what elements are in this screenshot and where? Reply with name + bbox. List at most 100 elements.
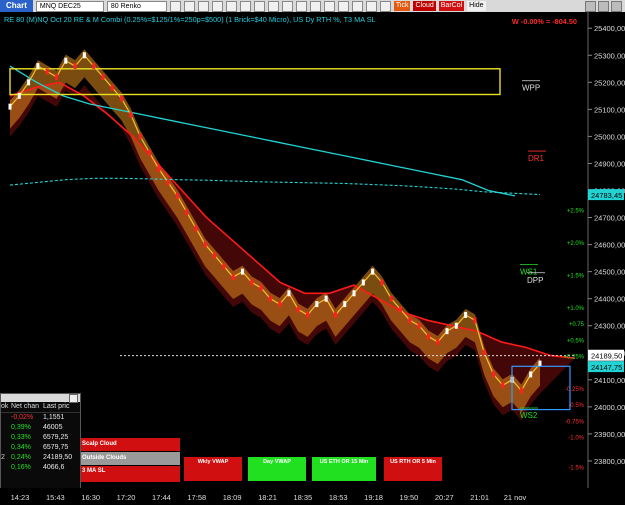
renko-brick	[166, 179, 170, 186]
cyan-ma-line	[9, 65, 516, 197]
toolbar-button-15[interactable]	[365, 0, 377, 12]
renko-brick	[194, 225, 198, 232]
renko-brick	[492, 371, 496, 378]
toolbar-button-6[interactable]	[239, 0, 251, 12]
quote-row[interactable]: 0,33% 6579,25	[1, 433, 80, 443]
toolbar-button-7[interactable]	[253, 0, 265, 12]
renko-brick	[538, 360, 542, 367]
net-change-cell: 0,24%	[11, 454, 31, 461]
renko-brick	[389, 295, 393, 302]
hide-toggle[interactable]: Hide	[467, 1, 486, 11]
x-tick-label: 19:18	[364, 493, 383, 502]
day-vwap-button[interactable]: Day VWAP	[248, 457, 306, 481]
symbol-selector[interactable]: MNQ DEC25	[35, 0, 104, 12]
renko-brick	[129, 111, 133, 118]
chart-tab[interactable]: Chart	[0, 0, 33, 12]
toolbar: Chart MNQ DEC25 80 Renko Tick Cloud BarC…	[0, 0, 625, 12]
quotes-header-row: ok Net chan Last pric	[1, 402, 80, 413]
scalp-cloud-button[interactable]: Scalp Cloud	[80, 438, 180, 451]
price-chart[interactable]: 25400,00 25300,00 25200,00 25100,00 25000,00…	[0, 12, 625, 488]
barcol-toggle[interactable]: BarCol	[438, 1, 465, 11]
toolbar-button-11[interactable]	[309, 0, 321, 12]
renko-brick	[240, 268, 244, 275]
close-icon[interactable]	[611, 0, 622, 12]
quote-row[interactable]: 0,39% 46005	[1, 423, 80, 433]
close-icon[interactable]	[69, 394, 78, 403]
renko-brick	[343, 301, 347, 308]
wkly-vwap-button[interactable]: Wkly VWAP	[184, 457, 242, 481]
toolbar-button-10[interactable]	[295, 0, 307, 12]
toolbar-button-12[interactable]	[323, 0, 335, 12]
x-tick-label: 18:53	[328, 493, 348, 502]
renko-brick	[73, 63, 77, 70]
us-rth-or-button[interactable]: US RTH OR 5 Min	[384, 457, 442, 481]
quote-cell: 2	[1, 454, 5, 461]
toolbar-button-9[interactable]	[281, 0, 293, 12]
pnl-readout: W -0.00% = -804.50	[511, 17, 577, 26]
x-tick-label: 18:09	[222, 493, 242, 502]
toolbar-button-8[interactable]	[267, 0, 279, 12]
x-tick-label: 19:50	[399, 493, 419, 502]
renko-brick	[529, 371, 533, 378]
quote-row[interactable]: 0,34% 6579,75	[1, 443, 80, 453]
toolbar-button-13[interactable]	[337, 0, 349, 12]
renko-brick	[408, 317, 412, 324]
pct-level-label: -0.25%	[565, 387, 585, 393]
y-tick-label: 24900,00	[594, 159, 625, 168]
last-price-cell: 4066,6	[43, 464, 65, 471]
renko-brick	[101, 73, 105, 80]
net-change-cell: 0,16%	[11, 464, 31, 471]
renko-brick	[231, 274, 235, 281]
pct-level-label: +1.5%	[567, 273, 585, 279]
toolbar-button-14[interactable]	[351, 0, 363, 12]
column-header[interactable]: Net chan	[11, 402, 43, 412]
pct-level-label: +2.0%	[567, 241, 585, 247]
toolbar-button-16[interactable]	[379, 0, 391, 12]
quote-cell	[1, 463, 11, 473]
outside-clouds-button[interactable]: Outside Clouds	[80, 452, 180, 465]
y-tick-label: 25300,00	[594, 51, 625, 60]
price-tag-label: 24147,75	[591, 363, 622, 372]
ma-sl-button[interactable]: 3 MA SL	[80, 466, 180, 482]
toolbar-button-4[interactable]	[211, 0, 223, 12]
renko-brick	[287, 290, 291, 297]
pct-level-label: +2.5%	[567, 208, 585, 214]
y-tick-label: 24100,00	[594, 376, 625, 385]
renko-brick	[464, 311, 468, 318]
price-tag-label: 24783,45	[591, 191, 622, 200]
column-header[interactable]: ok	[1, 402, 11, 412]
toolbar-button-5[interactable]	[225, 0, 237, 12]
cloud-toggle[interactable]: Cloud	[413, 1, 436, 11]
quote-cell	[1, 443, 11, 453]
renko-brick	[473, 317, 477, 324]
tick-toggle[interactable]: Tick	[393, 1, 411, 11]
y-tick-label: 25200,00	[594, 78, 625, 87]
toolbar-button-2[interactable]	[183, 0, 195, 12]
minimize-icon[interactable]	[585, 0, 596, 12]
toolbar-button-3[interactable]	[197, 0, 209, 12]
renko-brick	[352, 290, 356, 297]
column-header[interactable]: Last pric	[43, 402, 78, 412]
quote-row[interactable]: -0,02% 1,1551	[1, 413, 80, 423]
y-tick-label: 24600,00	[594, 241, 625, 250]
renko-brick	[54, 73, 58, 80]
y-tick-label: 24700,00	[594, 214, 625, 223]
x-tick-label: 21:01	[470, 493, 490, 502]
x-tick-label: 21 nov	[503, 493, 527, 502]
x-tick-label: 17:58	[187, 493, 207, 502]
bar-type-selector[interactable]: 80 Renko	[106, 0, 167, 12]
pct-level-label: -1.0%	[568, 436, 584, 442]
y-tick-label: 24000,00	[594, 403, 625, 412]
us-eth-or-button[interactable]: US ETH OR 15 Min	[312, 457, 376, 481]
renko-brick	[147, 149, 151, 156]
y-tick-label: 25100,00	[594, 105, 625, 114]
toolbar-button-1[interactable]	[169, 0, 181, 12]
renko-brick	[45, 68, 49, 75]
maximize-icon[interactable]	[598, 0, 609, 12]
quote-row[interactable]: 2 0,24% 24189,50	[1, 453, 80, 463]
quote-row[interactable]: 0,16% 4066,6	[1, 463, 80, 473]
renko-brick	[259, 284, 263, 291]
level-label: DPP	[527, 276, 543, 285]
renko-brick	[27, 79, 31, 86]
pct-level-label: +1.0%	[567, 306, 585, 312]
